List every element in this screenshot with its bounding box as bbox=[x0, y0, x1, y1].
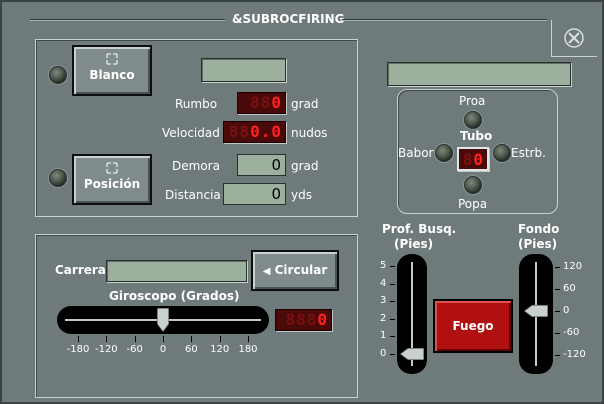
giroscopo-tick-mark bbox=[134, 336, 136, 342]
busq-slider-thumb[interactable] bbox=[400, 348, 424, 360]
proa-label: Proa bbox=[459, 94, 486, 108]
distancia-field: 0 bbox=[223, 183, 286, 205]
estribor-tube-light[interactable] bbox=[493, 144, 511, 162]
giroscopo-tick-label: 60 bbox=[184, 344, 198, 355]
fondo-tick-mark bbox=[555, 311, 560, 312]
busq-tick-label: 3 bbox=[380, 295, 387, 307]
title-rule-right bbox=[342, 19, 547, 21]
giroscopo-tick-mark bbox=[163, 336, 164, 342]
giroscopo-label: Giroscopo (Grados) bbox=[109, 289, 240, 303]
busq-tick-mark bbox=[390, 318, 395, 320]
busq-tick-mark bbox=[390, 301, 395, 303]
target-name-field[interactable] bbox=[201, 58, 286, 82]
title-rule-left bbox=[30, 19, 225, 21]
fondo-tick-mark bbox=[555, 333, 560, 334]
velocidad-label: Velocidad bbox=[162, 126, 220, 140]
busq-tick-mark bbox=[390, 266, 395, 267]
triangle-left-icon: ◀ bbox=[262, 266, 271, 277]
giroscopo-tick-label: 0 bbox=[159, 344, 167, 355]
giroscopo-tick-mark bbox=[191, 336, 193, 342]
crosshair-icon bbox=[106, 162, 118, 174]
busq-label: Prof. Busq. bbox=[382, 222, 457, 236]
subroc-firing-window: &SUBROCFIRING Blanco Posición Rumbo 880 … bbox=[0, 0, 604, 404]
fondo-tick-mark bbox=[555, 355, 560, 356]
babor-label: Babor bbox=[398, 146, 434, 160]
fondo-tick-mark bbox=[555, 267, 560, 268]
fondo-slider-thumb[interactable] bbox=[524, 305, 548, 317]
posicion-button[interactable]: Posición bbox=[72, 154, 152, 205]
busq-tick-mark bbox=[390, 354, 395, 355]
rumbo-label: Rumbo bbox=[175, 97, 218, 111]
giroscopo-tick-label: 120 bbox=[210, 344, 230, 355]
babor-tube-light[interactable] bbox=[435, 144, 453, 162]
busq-tick-label: 1 bbox=[380, 330, 387, 342]
busq-tick-label: 4 bbox=[380, 277, 387, 289]
busq-tick-label: 2 bbox=[380, 312, 387, 324]
rumbo-display: 880 bbox=[237, 92, 286, 114]
giroscopo-tick-label: 180 bbox=[238, 344, 258, 355]
close-icon[interactable] bbox=[563, 27, 585, 49]
giroscopo-tick-mark bbox=[248, 336, 249, 342]
giroscopo-tick-label: -180 bbox=[66, 344, 90, 355]
proa-tube-light[interactable] bbox=[464, 111, 482, 129]
busq-unit-label: (Pies) bbox=[394, 237, 434, 251]
tubo-label: Tubo bbox=[460, 129, 493, 143]
posicion-indicator-light bbox=[49, 169, 67, 187]
fondo-label: Fondo bbox=[518, 222, 560, 236]
crosshair-icon bbox=[106, 53, 118, 65]
busq-tick-mark bbox=[390, 336, 395, 338]
fondo-unit-label: (Pies) bbox=[518, 237, 558, 251]
fuego-button[interactable]: Fuego bbox=[433, 299, 513, 353]
giroscopo-tick-mark bbox=[106, 336, 108, 342]
distancia-label: Distancia bbox=[165, 188, 221, 202]
rumbo-unit: grad bbox=[291, 97, 319, 111]
carrera-field[interactable] bbox=[106, 260, 247, 282]
status-field bbox=[387, 62, 571, 86]
busq-tick-label: 5 bbox=[380, 260, 387, 271]
fondo-tick-label: 120 bbox=[563, 261, 583, 272]
velocidad-unit: nudos bbox=[291, 126, 328, 140]
blanco-label: Blanco bbox=[89, 68, 135, 82]
distancia-unit: yds bbox=[291, 188, 312, 202]
giroscopo-tick-mark bbox=[78, 336, 79, 342]
fondo-tick-label: 0 bbox=[563, 305, 570, 316]
giroscopo-tick-label: -120 bbox=[94, 344, 118, 355]
demora-unit: grad bbox=[291, 159, 319, 173]
giroscopo-tick-label: -60 bbox=[126, 344, 143, 355]
posicion-label: Posición bbox=[83, 177, 141, 191]
giroscopo-display: 8880 bbox=[275, 309, 332, 331]
corner-rule-v bbox=[551, 20, 552, 56]
tube-number-display: 80 bbox=[457, 147, 489, 171]
window-title: &SUBROCFIRING bbox=[232, 12, 345, 26]
popa-tube-light[interactable] bbox=[464, 176, 482, 194]
giroscopo-slider-thumb[interactable] bbox=[157, 308, 169, 332]
fondo-tick-mark bbox=[555, 289, 560, 290]
busq-tick-mark bbox=[390, 283, 395, 285]
fondo-tick-label: -60 bbox=[563, 327, 580, 338]
busq-tick-label: 0 bbox=[380, 348, 387, 359]
blanco-indicator-light bbox=[49, 66, 67, 84]
demora-label: Demora bbox=[172, 159, 220, 173]
demora-field: 0 bbox=[237, 154, 286, 176]
estribor-label: Estrb. bbox=[511, 146, 546, 160]
corner-rule-h bbox=[551, 56, 597, 57]
fondo-tick-label: 60 bbox=[563, 283, 576, 294]
velocidad-display: 880.0 bbox=[223, 121, 286, 143]
fondo-tick-label: -120 bbox=[563, 349, 586, 360]
popa-label: Popa bbox=[458, 197, 488, 211]
carrera-label: Carrera bbox=[55, 263, 106, 277]
giroscopo-tick-mark bbox=[219, 336, 221, 342]
blanco-button[interactable]: Blanco bbox=[72, 45, 152, 96]
circular-button[interactable]: ◀ Circular bbox=[251, 250, 339, 291]
circular-label: Circular bbox=[274, 263, 328, 277]
